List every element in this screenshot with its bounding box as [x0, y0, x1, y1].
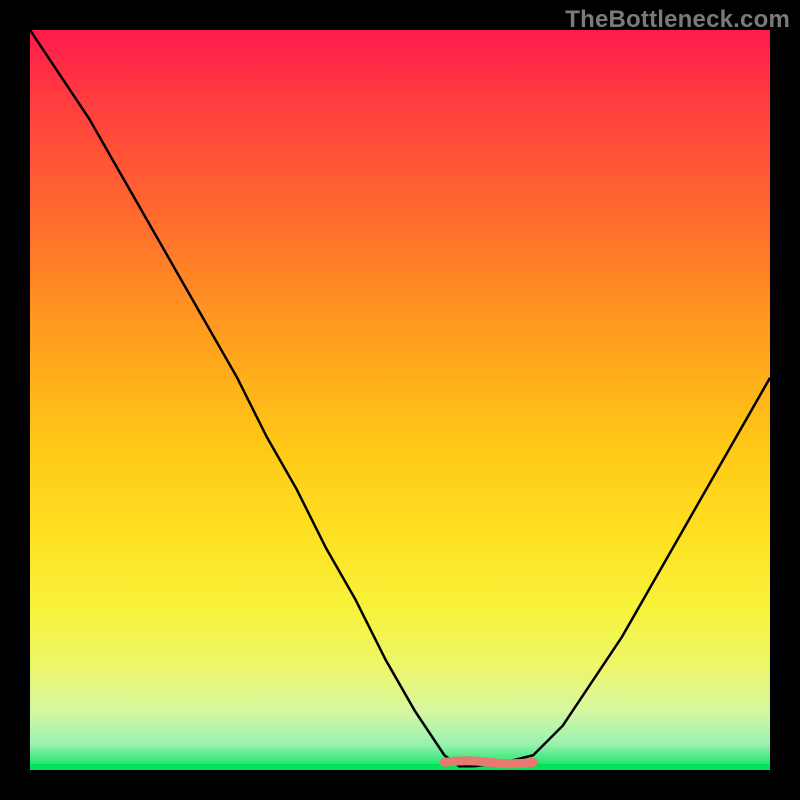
gradient-background — [30, 30, 770, 770]
floor-green-band — [30, 764, 770, 770]
plot-area — [30, 30, 770, 770]
watermark-text: TheBottleneck.com — [565, 6, 790, 34]
chart-container: TheBottleneck.com — [0, 0, 800, 800]
curve-minimum-marker — [444, 761, 533, 764]
chart-svg — [30, 30, 770, 770]
